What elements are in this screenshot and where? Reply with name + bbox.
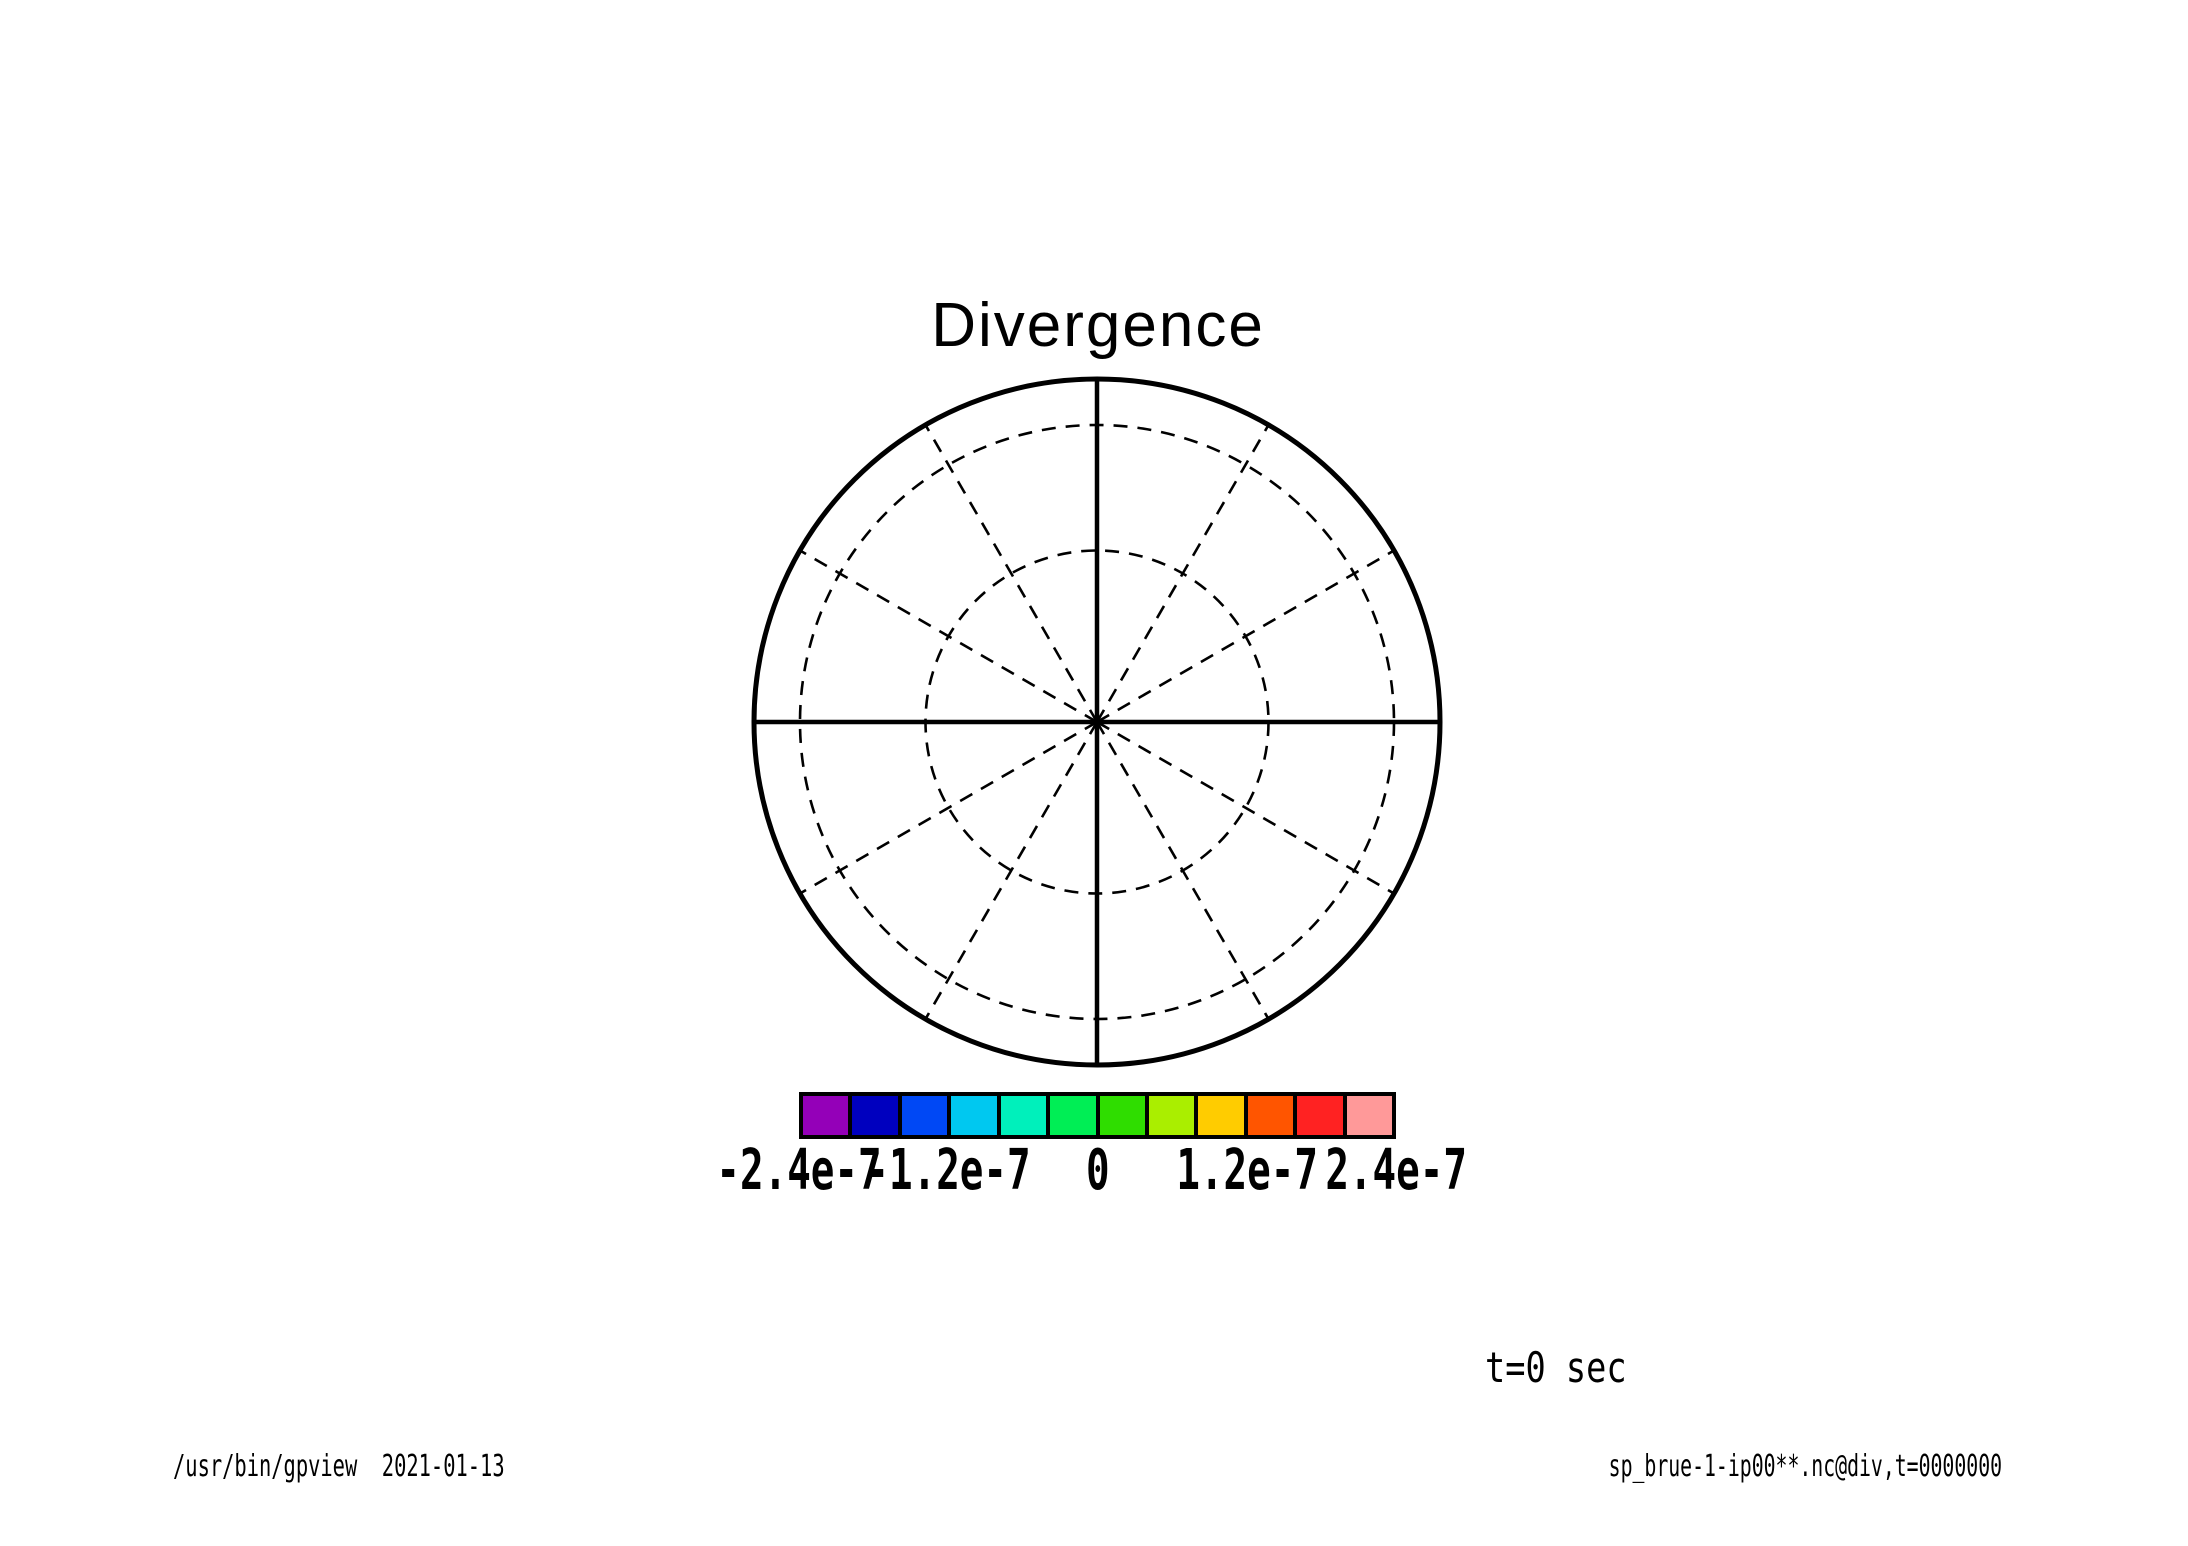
colorbar-tick-value: 2.4e-7: [1325, 1147, 1467, 1195]
colorbar-cell: [951, 1096, 1000, 1135]
meridian-line: [926, 722, 1098, 1019]
colorbar-cell: [1050, 1096, 1099, 1135]
gpview-page: Divergence -2.4e-7-1.2e-7 0 1.2e-72.4e-7 t…: [0, 0, 2188, 1546]
time-annotation: t=0 sec: [1485, 1347, 1627, 1389]
colorbar-cell: [1297, 1096, 1346, 1135]
footer-dataset-label: sp_brue-1-ip00**.nc@div,t=0000000: [1609, 1452, 2002, 1482]
colorbar-tick-value: 0: [1086, 1147, 1110, 1195]
meridian-line: [1097, 551, 1394, 723]
colorbar-cell: [902, 1096, 951, 1135]
colorbar-cell: [1248, 1096, 1297, 1135]
meridian-line: [1097, 425, 1269, 722]
colorbar-cell: [803, 1096, 852, 1135]
colorbar-tick-value: -2.4e-7: [716, 1147, 881, 1195]
colorbar-cell: [1001, 1096, 1050, 1135]
colorbar-tick-labels: -2.4e-7-1.2e-701.2e-72.4e-7: [799, 1147, 1396, 1197]
meridian-line: [1097, 722, 1269, 1019]
plot-title: Divergence: [931, 290, 1265, 361]
colorbar-cell: [1198, 1096, 1247, 1135]
colorbar-tick-value: 1.2e-7: [1176, 1147, 1318, 1195]
colorbar-cell: [1347, 1096, 1392, 1135]
footer-command-line: /usr/bin/gpview 2021-01-13: [173, 1452, 505, 1482]
meridian-line: [800, 722, 1097, 894]
meridian-line: [1097, 722, 1394, 894]
colorbar-cell: [1100, 1096, 1149, 1135]
colorbar-tick-value: -1.2e-7: [866, 1147, 1031, 1195]
meridian-line: [926, 425, 1098, 722]
meridian-line: [800, 551, 1097, 723]
colorbar: [799, 1092, 1396, 1139]
colorbar-cell: [852, 1096, 901, 1135]
colorbar-cell: [1149, 1096, 1198, 1135]
polar-map-grid: [748, 374, 1448, 1074]
